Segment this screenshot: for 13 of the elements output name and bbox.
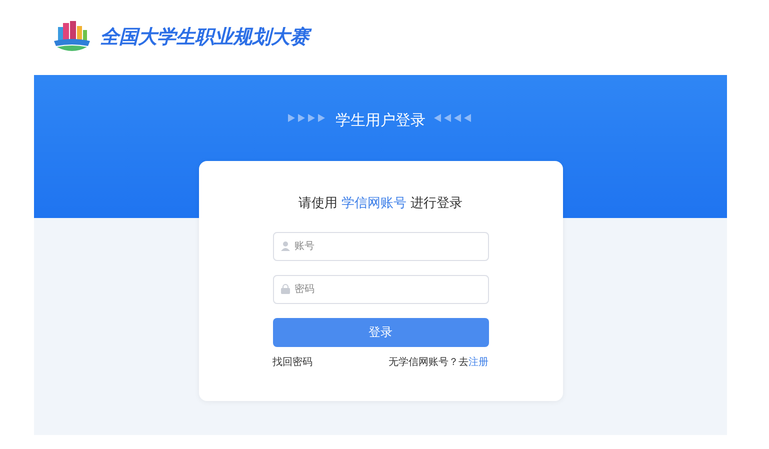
user-icon: [280, 240, 290, 250]
lock-icon: [280, 284, 290, 294]
password-field[interactable]: 密码: [272, 274, 488, 304]
arrows-icon: [288, 113, 328, 123]
login-instruction: 请使用 学信网账号 进行登录: [297, 195, 464, 213]
forgot-password-link[interactable]: 找回密码: [272, 354, 312, 370]
account-link[interactable]: 学信网账号: [342, 196, 406, 211]
login-button[interactable]: 登录: [272, 318, 488, 346]
arrows-icon: [434, 113, 474, 123]
account-field[interactable]: 账号: [272, 232, 488, 260]
login-heading: 学生用户登录: [336, 110, 426, 131]
register-link[interactable]: 注册: [468, 356, 488, 368]
register-prompt: 无学信网账号？去注册: [388, 356, 488, 370]
